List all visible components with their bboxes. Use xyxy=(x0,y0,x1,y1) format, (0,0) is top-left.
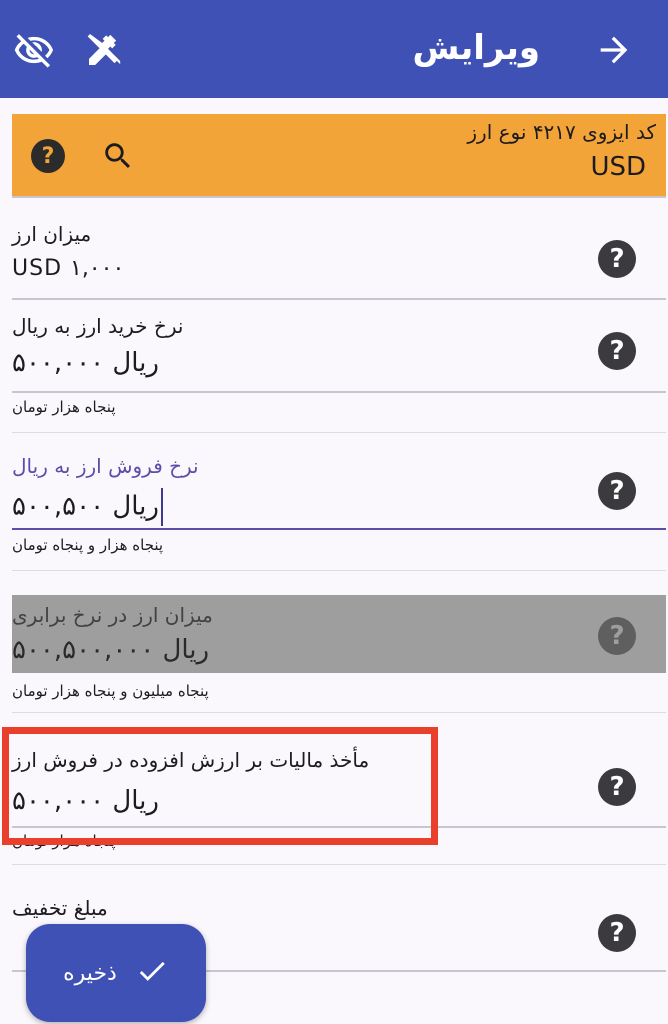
field-value: ۵۰۰,۵۰۰,۰۰۰ ریال xyxy=(12,635,210,665)
field-value[interactable]: ۵۰۰,۵۰۰ ریال xyxy=(12,488,163,526)
annotation-highlight-box xyxy=(2,727,438,845)
currency-code-field[interactable]: کد ایزوی ۴۲۱۷ نوع ارز USD ? xyxy=(12,114,666,196)
divider xyxy=(12,432,666,433)
field-hint: پنجاه هزار تومان xyxy=(12,398,116,416)
divider xyxy=(12,570,666,571)
divider xyxy=(12,712,666,713)
field-label: میزان ارز xyxy=(12,222,92,246)
divider xyxy=(12,864,666,865)
field-label: میزان ارز در نرخ برابری xyxy=(12,603,213,627)
help-icon[interactable]: ? xyxy=(598,332,636,370)
help-icon[interactable]: ? xyxy=(598,472,636,510)
page-title: ویرایش xyxy=(412,28,540,68)
currency-code-value[interactable]: USD xyxy=(590,152,646,182)
arrow-forward-icon[interactable] xyxy=(590,26,638,74)
help-icon[interactable]: ? xyxy=(598,914,636,952)
field-hint: پنجاه هزار و پنجاه تومان xyxy=(12,536,164,554)
equivalent-amount-field: میزان ارز در نرخ برابری ۵۰۰,۵۰۰,۰۰۰ ریال… xyxy=(12,595,666,673)
currency-amount-field[interactable]: میزان ارز USD ۱,۰۰۰ ? xyxy=(12,198,666,298)
help-icon[interactable]: ? xyxy=(598,617,636,655)
field-label: مبلغ تخفیف xyxy=(12,896,108,920)
help-icon[interactable]: ? xyxy=(598,768,636,806)
check-icon xyxy=(135,954,169,992)
field-label: نرخ خرید ارز به ریال xyxy=(12,314,184,338)
save-button[interactable]: ذخیره xyxy=(26,924,206,1022)
focused-underline xyxy=(12,528,666,530)
search-icon[interactable] xyxy=(98,136,138,176)
help-circle-icon[interactable]: ? xyxy=(28,136,68,176)
app-bar: ویرایش xyxy=(0,0,668,98)
field-value[interactable]: USD ۱,۰۰۰ xyxy=(12,256,124,281)
currency-code-label: کد ایزوی ۴۲۱۷ نوع ارز xyxy=(467,120,656,144)
save-button-label: ذخیره xyxy=(63,960,117,986)
tools-icon[interactable] xyxy=(80,26,128,74)
field-value[interactable]: ۵۰۰,۰۰۰ ریال xyxy=(12,348,159,378)
text-cursor xyxy=(160,488,163,526)
divider xyxy=(12,391,666,393)
field-label: نرخ فروش ارز به ریال xyxy=(12,454,199,478)
field-hint: پنجاه میلیون و پنجاه هزار تومان xyxy=(12,682,209,700)
visibility-off-icon[interactable] xyxy=(10,26,58,74)
help-icon[interactable]: ? xyxy=(598,240,636,278)
